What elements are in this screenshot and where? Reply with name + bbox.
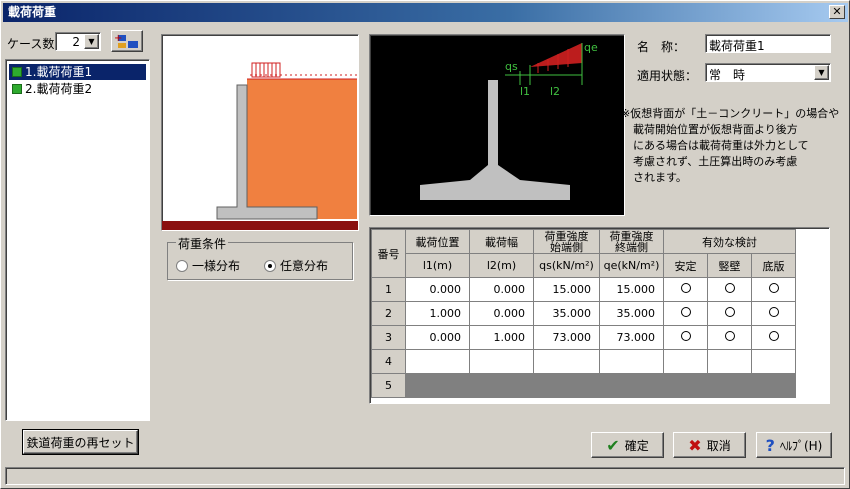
check-circle-icon bbox=[768, 331, 779, 341]
check-circle-icon bbox=[724, 307, 735, 317]
ok-button[interactable]: ✔ 確定 bbox=[591, 432, 664, 458]
col-qs: 荷重強度 始端側 bbox=[533, 229, 600, 254]
x-icon: ✖ bbox=[688, 435, 702, 455]
chevron-down-icon[interactable]: ▼ bbox=[814, 65, 829, 80]
col-pos-unit: l1(m) bbox=[405, 253, 470, 278]
load-condition-caption: 荷重条件 bbox=[176, 235, 229, 252]
table-row[interactable]: 3 0.000 1.000 73.000 73.000 bbox=[371, 325, 796, 350]
name-input[interactable]: 載荷荷重1 bbox=[705, 34, 831, 53]
col-base: 底版 bbox=[751, 253, 796, 278]
table-row[interactable]: 5 bbox=[371, 373, 796, 398]
dialog-window: 載荷荷重 ✕ ケース数: 2 ▼ + 1.載荷荷重1 2.載荷荷重2 qs qe… bbox=[0, 0, 850, 489]
col-wall: 竪壁 bbox=[707, 253, 752, 278]
col-pos: 載荷位置 bbox=[405, 229, 470, 254]
l1-label: l1 bbox=[520, 85, 530, 98]
close-button[interactable]: ✕ bbox=[829, 5, 845, 19]
status-bar bbox=[5, 467, 845, 485]
list-item[interactable]: 2.載荷荷重2 bbox=[9, 81, 146, 97]
col-qe: 荷重強度 終端側 bbox=[599, 229, 664, 254]
check-circle-icon bbox=[680, 331, 691, 341]
svg-text:+: + bbox=[114, 33, 122, 44]
col-width: 載荷幅 bbox=[469, 229, 534, 254]
col-no: 番号 bbox=[371, 229, 406, 278]
qe-label: qe bbox=[584, 41, 598, 54]
chevron-down-icon[interactable]: ▼ bbox=[84, 34, 99, 49]
help-button[interactable]: ? ﾍﾙﾌﾟ(H) bbox=[756, 432, 832, 458]
list-item[interactable]: 1.載荷荷重1 bbox=[9, 64, 146, 80]
reset-railway-load-button[interactable]: 鉄道荷重の再セット bbox=[22, 429, 139, 455]
case-count-label: ケース数: bbox=[7, 37, 59, 51]
radio-uniform[interactable]: 一様分布 bbox=[176, 257, 240, 274]
check-icon: ✔ bbox=[606, 435, 620, 455]
col-check: 有効な検討 bbox=[663, 229, 796, 254]
qs-label: qs bbox=[505, 60, 518, 73]
retaining-wall-drawing bbox=[162, 62, 358, 230]
radio-arbitrary[interactable]: 任意分布 bbox=[264, 257, 328, 274]
cancel-button[interactable]: ✖ 取消 bbox=[673, 432, 746, 458]
check-circle-icon bbox=[724, 283, 735, 293]
col-qs-unit: qs(kN/m²) bbox=[533, 253, 600, 278]
note-text: ※仮想背面が「土－コンクリート」の場合や 載荷開始位置が仮想背面より後方 にある… bbox=[621, 107, 840, 184]
window-title: 載荷荷重 bbox=[8, 5, 57, 19]
table-row[interactable]: 4 bbox=[371, 349, 796, 374]
table-row[interactable]: 2 1.000 0.000 35.000 35.000 bbox=[371, 301, 796, 326]
case-count-value: 2 bbox=[72, 35, 80, 49]
load-schematic-drawing: qs qe l1 l2 bbox=[420, 41, 598, 200]
col-qe-unit: qe(kN/m²) bbox=[599, 253, 664, 278]
state-select[interactable]: 常 時 ▼ bbox=[705, 63, 831, 82]
add-case-icon: + bbox=[114, 33, 138, 48]
case-list[interactable]: 1.載荷荷重1 2.載荷荷重2 bbox=[5, 59, 150, 421]
load-condition-group: 荷重条件 一様分布 任意分布 bbox=[167, 235, 353, 280]
check-circle-icon bbox=[768, 283, 779, 293]
case-marker-icon bbox=[12, 84, 22, 94]
case-count-combo[interactable]: 2 ▼ bbox=[55, 32, 101, 51]
case-marker-icon bbox=[12, 67, 22, 77]
title-bar: 載荷荷重 ✕ bbox=[3, 3, 848, 22]
state-label: 適用状態： bbox=[637, 69, 698, 83]
question-icon: ? bbox=[765, 435, 775, 455]
table-row[interactable]: 1 0.000 0.000 15.000 15.000 bbox=[371, 277, 796, 302]
check-circle-icon bbox=[768, 307, 779, 317]
wall-preview-image bbox=[161, 34, 359, 231]
check-circle-icon bbox=[724, 331, 735, 341]
check-circle-icon bbox=[680, 307, 691, 317]
add-case-button[interactable]: + bbox=[111, 30, 143, 52]
load-schematic: qs qe l1 l2 bbox=[369, 34, 625, 216]
check-circle-icon bbox=[680, 283, 691, 293]
radio-icon bbox=[176, 259, 188, 272]
l2-label: l2 bbox=[550, 85, 560, 98]
radio-selected-icon bbox=[264, 259, 276, 272]
col-width-unit: l2(m) bbox=[469, 253, 534, 278]
load-table[interactable]: 番号 載荷位置 載荷幅 荷重強度 始端側 荷重強度 終端側 有効な検討 l1(m) … bbox=[369, 227, 830, 404]
name-label: 名 称： bbox=[637, 40, 686, 54]
col-stability: 安定 bbox=[663, 253, 708, 278]
